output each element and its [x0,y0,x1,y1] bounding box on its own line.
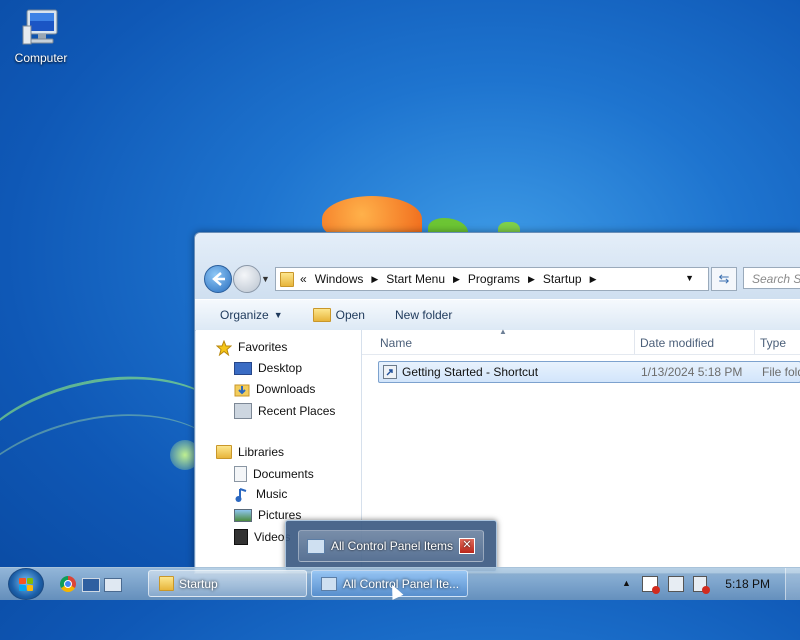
nav-favorites[interactable]: Favorites [215,339,288,357]
nav-libraries[interactable]: Libraries [216,445,284,459]
network-icon[interactable] [668,576,684,592]
window-switcher-icon[interactable] [104,578,122,592]
open-label: Open [335,308,365,322]
shortcut-icon [383,365,397,379]
column-date-modified[interactable]: Date modified [640,336,714,350]
new-folder-label: New folder [394,308,453,322]
pictures-icon [234,508,252,522]
chrome-icon[interactable] [60,576,76,592]
refresh-icon: ⇆ [718,271,730,286]
music-icon [234,487,250,502]
start-button[interactable] [8,568,44,600]
breadcrumb-arrow-icon[interactable]: ▶ [371,274,378,285]
windows-logo-icon [19,578,33,591]
taskbar-item-label: Startup [179,576,218,591]
control-panel-icon [321,576,337,591]
file-type: File folde [762,365,800,379]
action-center-flag-icon[interactable] [642,576,660,594]
nav-documents[interactable]: Documents [234,466,314,482]
nav-label: Libraries [238,445,285,459]
nav-recent-places[interactable]: Recent Places [234,403,335,419]
folder-icon [280,271,294,287]
desktop-icon [234,361,252,375]
nav-label: Documents [253,467,314,481]
file-row[interactable]: Getting Started - Shortcut 1/13/2024 5:1… [378,361,800,383]
command-bar: Organize ▼ Open New folder [195,299,800,331]
nav-desktop[interactable]: Desktop [234,361,302,375]
breadcrumb-startup[interactable]: Startup [543,272,582,286]
column-name[interactable]: Name [380,336,412,350]
downloads-icon [234,382,250,397]
nav-label: Recent Places [258,404,336,418]
nav-videos[interactable]: Videos [234,529,290,545]
column-type[interactable]: Type [760,336,786,350]
forward-button[interactable] [233,265,261,293]
star-icon [215,339,233,357]
thumbnail-title: All Control Panel Items [331,539,454,553]
volume-icon[interactable] [693,576,710,594]
breadcrumb-programs[interactable]: Programs [468,272,520,286]
file-date: 1/13/2024 5:18 PM [641,365,743,379]
control-panel-icon [307,538,325,554]
organize-label: Organize [220,308,269,322]
breadcrumb-arrow-icon[interactable]: ▶ [528,274,535,285]
desktop-icon-label: Computer [14,51,68,65]
documents-icon [234,466,247,482]
open-button[interactable]: Open [312,308,365,322]
breadcrumb-start-menu[interactable]: Start Menu [386,272,445,286]
folder-icon [159,576,174,591]
nav-label: Music [256,487,288,501]
new-folder-button[interactable]: New folder [395,308,452,322]
close-icon[interactable]: ✕ [459,538,475,554]
show-hidden-icons-chevron-icon[interactable]: ▲ [622,578,631,588]
breadcrumb-arrow-icon[interactable]: ▶ [590,274,597,285]
nav-label: Downloads [256,382,316,396]
taskbar-item-startup[interactable]: Startup [148,570,307,597]
taskbar-thumbnail[interactable]: All Control Panel Items ✕ [285,520,497,572]
column-divider[interactable] [634,330,635,354]
column-divider[interactable] [754,330,755,354]
recent-pages-chevron-icon[interactable]: ▼ [261,274,270,284]
address-dropdown-icon[interactable]: ▼ [685,273,694,283]
organize-button[interactable]: Organize ▼ [220,308,283,322]
chevron-down-icon: ▼ [273,310,283,320]
clock[interactable]: 5:18 PM [725,577,770,591]
nav-downloads[interactable]: Downloads [234,382,316,397]
column-headers: Name ▲ Date modified Type [362,327,800,355]
breadcrumb-arrow-icon[interactable]: ▶ [453,274,460,285]
address-bar[interactable]: « Windows ▶ Start Menu ▶ Programs ▶ Star… [275,267,709,291]
file-name: Getting Started - Shortcut [402,365,539,379]
computer-icon [21,8,61,48]
taskbar-item-label: All Control Panel Ite... [343,576,460,591]
show-desktop-button[interactable] [785,568,800,600]
refresh-button[interactable]: ⇆ [711,267,737,291]
breadcrumb-windows[interactable]: Windows [315,272,364,286]
sort-ascending-icon: ▲ [499,327,507,336]
libraries-icon [216,445,232,459]
nav-label: Favorites [238,340,288,354]
back-button[interactable] [204,265,232,293]
desktop-icon-computer[interactable]: Computer [8,8,74,65]
nav-music[interactable]: Music [234,487,288,502]
recent-places-icon [234,403,252,419]
open-folder-icon [312,308,331,322]
window-header: ▼ « Windows ▶ Start Menu ▶ Programs ▶ St… [195,233,800,299]
show-desktop-shortcut-icon[interactable] [82,578,100,592]
nav-label: Desktop [258,361,303,375]
thumbnail-item[interactable]: All Control Panel Items ✕ [298,530,484,562]
back-arrow-icon [212,272,225,286]
address-overflow[interactable]: « [300,272,307,286]
videos-icon [234,529,248,545]
search-input[interactable]: Search St [743,267,800,289]
